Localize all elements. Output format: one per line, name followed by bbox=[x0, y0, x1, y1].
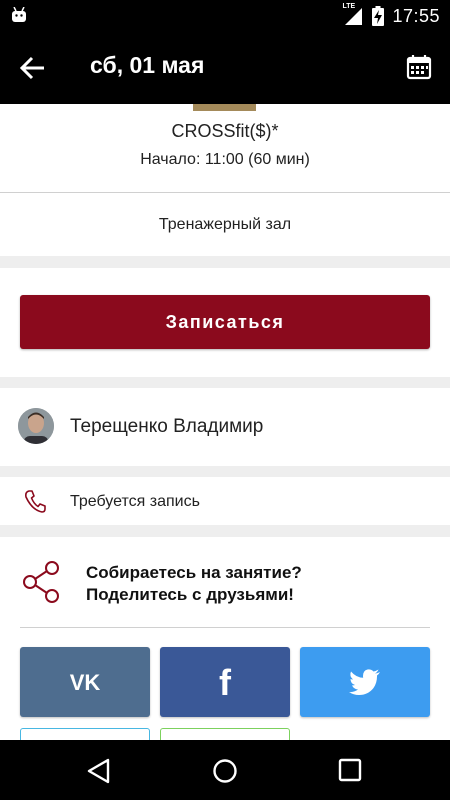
share-ok-button[interactable] bbox=[20, 728, 150, 740]
back-arrow-icon[interactable] bbox=[18, 54, 48, 82]
status-bar: LTE 17:55 bbox=[0, 0, 450, 32]
section-gap bbox=[0, 466, 450, 477]
svg-text:VK: VK bbox=[70, 671, 101, 693]
requirement-row: Требуется запись bbox=[0, 477, 450, 525]
section-gap bbox=[0, 525, 450, 537]
vk-icon: VK bbox=[70, 671, 101, 693]
signup-button[interactable]: Записаться bbox=[20, 295, 430, 349]
class-details: CROSSfit($)* Начало: 11:00 (60 мин) Трен… bbox=[0, 104, 450, 740]
svg-text:f: f bbox=[219, 665, 232, 699]
share-facebook-button[interactable]: f bbox=[160, 647, 290, 717]
trainer-avatar bbox=[18, 408, 54, 444]
class-name: CROSSfit($)* bbox=[171, 121, 279, 141]
share-vk-button[interactable]: VK bbox=[20, 647, 150, 717]
divider bbox=[20, 627, 430, 628]
status-time: 17:55 bbox=[392, 5, 440, 26]
page-title: сб, 01 мая bbox=[90, 52, 205, 78]
class-image bbox=[193, 104, 256, 111]
app-toolbar: сб, 01 мая bbox=[0, 32, 450, 104]
trainer-row[interactable]: Терещенко Владимир bbox=[0, 388, 450, 466]
system-navigation-bar bbox=[0, 740, 450, 800]
nav-recents-icon[interactable] bbox=[338, 758, 362, 782]
requirement-text: Требуется запись bbox=[70, 493, 200, 510]
trainer-name: Терещенко Владимир bbox=[70, 416, 264, 437]
phone-icon bbox=[25, 490, 46, 513]
class-start-time: Начало: 11:00 (60 мин) bbox=[140, 151, 310, 168]
share-prompt-line1: Собираетесь на занятие? bbox=[86, 563, 302, 582]
section-gap bbox=[0, 256, 450, 268]
share-prompt: Собираетесь на занятие? Поделитесь с дру… bbox=[86, 562, 302, 606]
share-prompt-line2: Поделитесь с друзьями! bbox=[86, 585, 294, 604]
calendar-icon[interactable] bbox=[406, 54, 432, 80]
class-location: Тренажерный зал bbox=[158, 216, 292, 233]
lte-signal-icon: LTE bbox=[342, 3, 364, 26]
android-notification-icon bbox=[12, 7, 26, 22]
twitter-bird-icon bbox=[349, 669, 380, 695]
share-icon bbox=[23, 561, 59, 603]
nav-home-icon[interactable] bbox=[212, 758, 238, 784]
share-twitter-button[interactable] bbox=[300, 647, 430, 717]
section-gap bbox=[0, 377, 450, 388]
battery-charging-icon bbox=[372, 6, 385, 26]
divider bbox=[0, 192, 450, 193]
nav-back-icon[interactable] bbox=[86, 758, 112, 784]
share-whatsapp-button[interactable] bbox=[160, 728, 290, 740]
facebook-icon: f bbox=[219, 665, 232, 699]
